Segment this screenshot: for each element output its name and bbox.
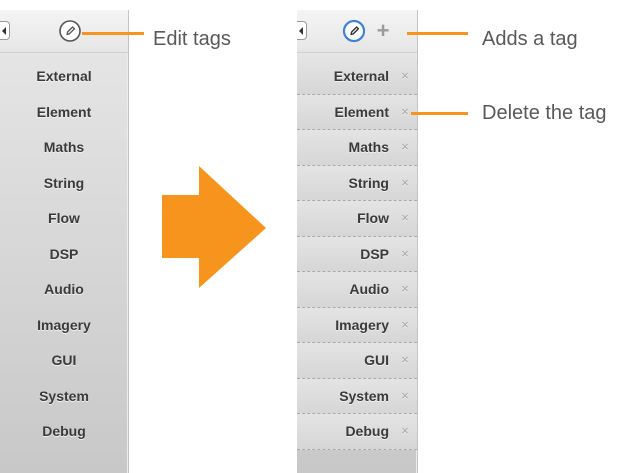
close-icon[interactable]: ×	[398, 201, 412, 235]
chevron-left-icon	[2, 27, 6, 35]
tag-item[interactable]: Maths	[0, 130, 128, 166]
tag-label: Maths	[348, 139, 389, 155]
tag-item[interactable]: Debug	[0, 414, 128, 450]
tag-item[interactable]: Maths ×	[297, 130, 417, 166]
close-icon[interactable]: ×	[398, 59, 412, 93]
tag-sidebar-normal: External Element Maths String Flow DSP A…	[0, 10, 129, 473]
close-icon[interactable]: ×	[398, 166, 412, 200]
tag-label: Audio	[349, 281, 389, 297]
pencil-icon[interactable]	[58, 19, 82, 43]
delete-tag-callout: Delete the tag	[482, 102, 607, 124]
tag-item[interactable]: External ×	[297, 59, 417, 95]
close-icon[interactable]: ×	[398, 343, 412, 377]
tag-item[interactable]: Imagery	[0, 308, 128, 344]
tag-item[interactable]: DSP	[0, 237, 128, 273]
collapse-button[interactable]	[0, 21, 10, 40]
tag-item[interactable]: String	[0, 166, 128, 202]
pencil-icon[interactable]	[342, 19, 366, 43]
add-tag-callout: Adds a tag	[482, 28, 578, 50]
tag-label: Debug	[345, 423, 389, 439]
tag-label: Flow	[357, 210, 389, 226]
tag-item[interactable]: Element ×	[297, 94, 417, 130]
tag-label: GUI	[364, 352, 389, 368]
close-icon[interactable]: ×	[398, 308, 412, 342]
close-icon[interactable]: ×	[398, 95, 412, 129]
close-icon[interactable]: ×	[398, 272, 412, 306]
tag-label: External	[333, 68, 389, 84]
tag-item[interactable]: System	[0, 379, 128, 415]
tag-item[interactable]: Flow	[0, 201, 128, 237]
chevron-left-icon	[299, 27, 303, 35]
edit-tags-pointer	[82, 32, 144, 35]
plus-icon[interactable]: +	[373, 20, 393, 42]
tag-item[interactable]: GUI	[0, 343, 128, 379]
edit-tags-callout: Edit tags	[153, 28, 231, 50]
tag-item[interactable]: GUI ×	[297, 343, 417, 379]
sidebar-header: +	[297, 10, 417, 53]
arrow-right-icon	[162, 166, 266, 288]
tag-sidebar-editing: + External × Element × Maths × String × Flow…	[297, 10, 418, 473]
tag-item[interactable]: System ×	[297, 378, 417, 414]
tag-item[interactable]: Audio ×	[297, 272, 417, 308]
tag-item[interactable]: Element	[0, 95, 128, 131]
tag-item[interactable]: Debug ×	[297, 414, 417, 450]
tag-label: Element	[334, 103, 389, 120]
close-icon[interactable]: ×	[398, 414, 412, 448]
delete-tag-pointer	[411, 112, 468, 115]
tag-item[interactable]: Flow ×	[297, 201, 417, 237]
tag-label: Imagery	[335, 316, 389, 333]
collapse-button[interactable]	[297, 21, 307, 40]
tag-label: String	[348, 174, 389, 191]
tag-list: External Element Maths String Flow DSP A…	[0, 59, 128, 450]
tag-item[interactable]: Imagery ×	[297, 307, 417, 343]
tag-item[interactable]: DSP ×	[297, 236, 417, 272]
tag-label: System	[339, 387, 389, 404]
tag-list: External × Element × Maths × String × Flow × …	[297, 59, 417, 450]
tag-item[interactable]: Audio	[0, 272, 128, 308]
add-tag-pointer	[407, 32, 468, 35]
close-icon[interactable]: ×	[398, 237, 412, 271]
tag-label: DSP	[360, 245, 389, 262]
tag-item[interactable]: External	[0, 59, 128, 95]
close-icon[interactable]: ×	[398, 379, 412, 413]
close-icon[interactable]: ×	[398, 130, 412, 164]
tag-item[interactable]: String ×	[297, 165, 417, 201]
